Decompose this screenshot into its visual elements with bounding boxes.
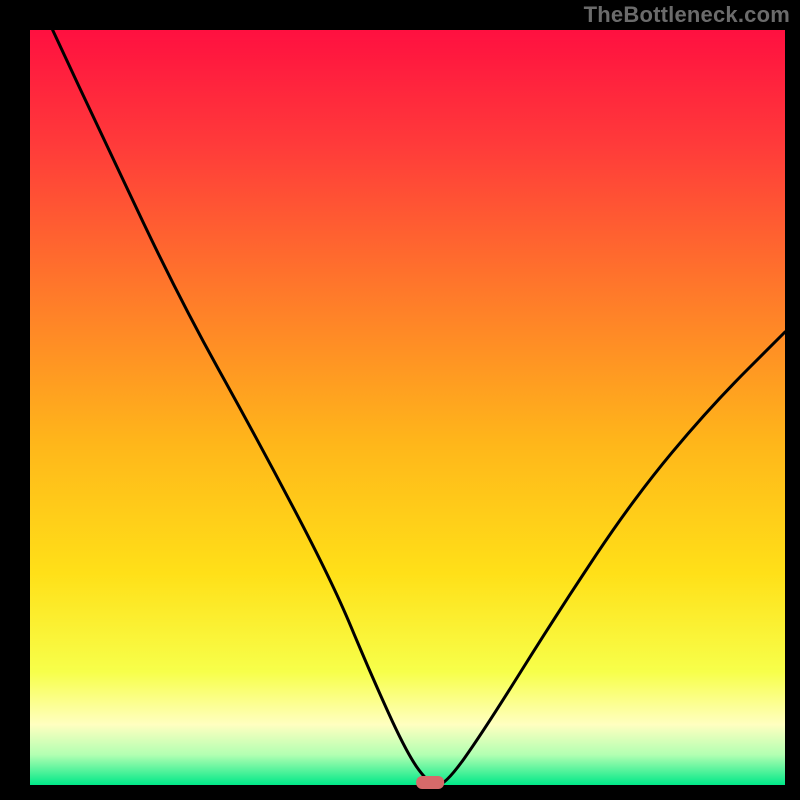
chart-container: TheBottleneck.com: [0, 0, 800, 800]
optimal-marker: [416, 776, 444, 789]
gradient-background: [30, 30, 785, 785]
bottleneck-chart: [0, 0, 800, 800]
